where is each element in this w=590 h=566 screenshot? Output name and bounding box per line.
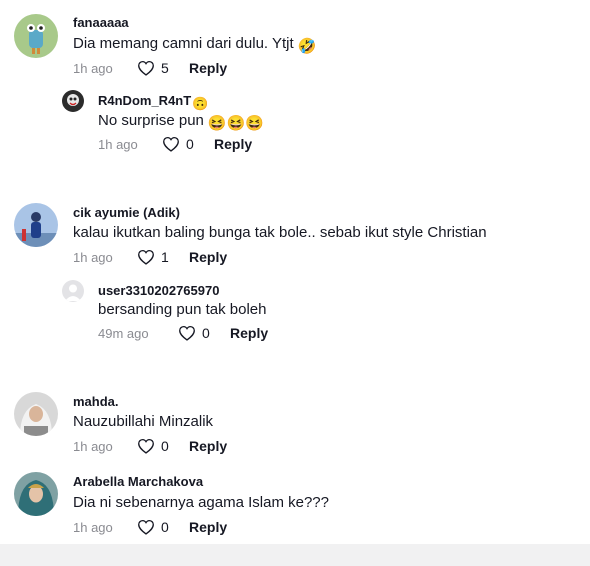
avatar[interactable] bbox=[62, 90, 84, 112]
avatar[interactable] bbox=[14, 472, 58, 516]
reply-text: No surprise pun 😆😆😆 bbox=[98, 112, 264, 132]
heart-outline-icon bbox=[163, 136, 179, 152]
like-count: 1 bbox=[161, 249, 169, 265]
reply-button[interactable]: Reply bbox=[214, 136, 252, 152]
like-count: 0 bbox=[186, 136, 194, 152]
comment-username[interactable]: fanaaaaa bbox=[73, 15, 129, 30]
comment-text: Nauzubillahi Minzalik bbox=[73, 413, 214, 430]
reply-time: 49m ago bbox=[98, 325, 149, 341]
like-count: 0 bbox=[161, 519, 169, 535]
reply-time: 1h ago bbox=[98, 136, 138, 152]
reply-meta: 49m ago 0 Reply bbox=[98, 325, 268, 341]
comment-time: 1h ago bbox=[73, 519, 113, 535]
avatar[interactable] bbox=[14, 392, 58, 436]
reply-username-text: R4nDom_R4nT bbox=[98, 93, 192, 108]
comment-meta: 1h ago 1 Reply bbox=[73, 249, 227, 265]
comment-text: kalau ikutkan baling bunga tak bole.. se… bbox=[73, 224, 487, 241]
reply-button[interactable]: Reply bbox=[189, 519, 227, 535]
heart-outline-icon bbox=[179, 325, 195, 341]
like-button[interactable]: 0 bbox=[137, 438, 189, 454]
comment-time: 1h ago bbox=[73, 249, 113, 265]
heart-outline-icon bbox=[138, 249, 154, 265]
reply-text: bersanding pun tak boleh bbox=[98, 301, 267, 318]
reply-button[interactable]: Reply bbox=[189, 438, 227, 454]
bottom-bar bbox=[0, 544, 590, 566]
like-button[interactable]: 0 bbox=[178, 325, 230, 341]
reply-text-body: No surprise pun bbox=[98, 112, 204, 129]
like-count: 0 bbox=[161, 438, 169, 454]
like-button[interactable]: 5 bbox=[137, 60, 189, 76]
avatar[interactable] bbox=[14, 14, 58, 58]
reply-username[interactable]: R4nDom_R4nT🙃 bbox=[98, 93, 208, 112]
comment-meta: 1h ago 5 Reply bbox=[73, 60, 227, 76]
comment-username[interactable]: cik ayumie (Adik) bbox=[73, 205, 180, 220]
upside-down-face-emoji: 🙃 bbox=[192, 96, 209, 111]
reply-meta: 1h ago 0 Reply bbox=[98, 136, 252, 152]
comment-text: Dia memang camni dari dulu. Ytjt 🤣 bbox=[73, 35, 316, 55]
comment-meta: 1h ago 0 Reply bbox=[73, 438, 227, 454]
heart-outline-icon bbox=[138, 438, 154, 454]
like-count: 0 bbox=[202, 325, 210, 341]
like-button[interactable]: 0 bbox=[162, 136, 214, 152]
reply-button[interactable]: Reply bbox=[230, 325, 268, 341]
avatar[interactable] bbox=[62, 280, 84, 302]
comment-username[interactable]: Arabella Marchakova bbox=[73, 474, 203, 489]
heart-outline-icon bbox=[138, 60, 154, 76]
laughing-emoji: 😆😆😆 bbox=[207, 115, 264, 132]
comment-text: Dia ni sebenarnya agama Islam ke??? bbox=[73, 494, 329, 511]
comment-text-body: Dia memang camni dari dulu. Ytjt bbox=[73, 35, 294, 52]
comment-meta: 1h ago 0 Reply bbox=[73, 519, 227, 535]
rofl-emoji: 🤣 bbox=[297, 38, 317, 55]
comment-username[interactable]: mahda. bbox=[73, 394, 119, 409]
comment-time: 1h ago bbox=[73, 60, 113, 76]
like-count: 5 bbox=[161, 60, 169, 76]
reply-button[interactable]: Reply bbox=[189, 60, 227, 76]
comment-time: 1h ago bbox=[73, 438, 113, 454]
heart-outline-icon bbox=[138, 519, 154, 535]
reply-button[interactable]: Reply bbox=[189, 249, 227, 265]
reply-username[interactable]: user3310202765970 bbox=[98, 283, 219, 298]
like-button[interactable]: 1 bbox=[137, 249, 189, 265]
like-button[interactable]: 0 bbox=[137, 519, 189, 535]
avatar[interactable] bbox=[14, 203, 58, 247]
